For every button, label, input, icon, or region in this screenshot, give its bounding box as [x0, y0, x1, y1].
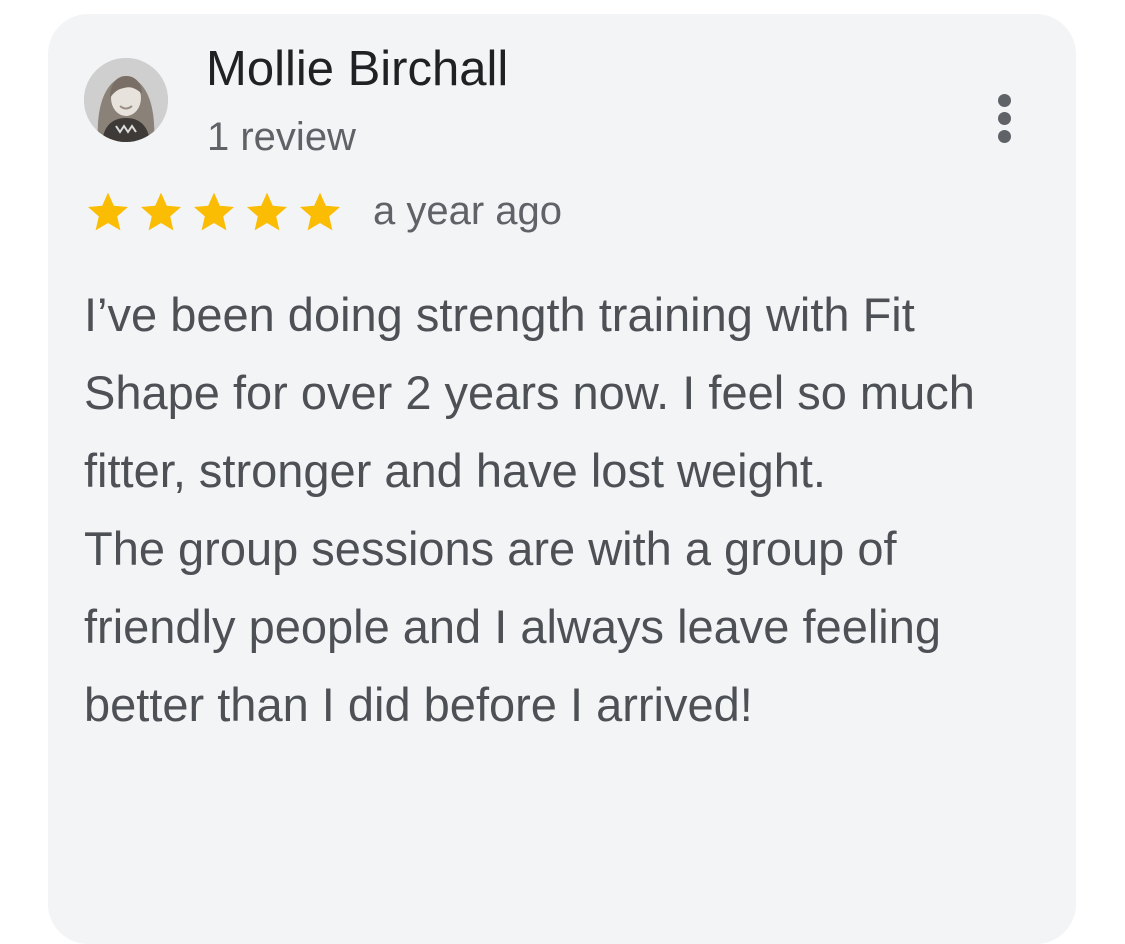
review-count[interactable]: 1 review [207, 112, 356, 162]
more-vert-icon [998, 112, 1011, 125]
more-vert-icon [998, 130, 1011, 143]
more-vert-icon [998, 94, 1011, 107]
star-icon [243, 191, 291, 235]
star-icon [84, 191, 132, 235]
star-rating [84, 191, 344, 235]
star-icon [190, 191, 238, 235]
avatar[interactable] [84, 58, 168, 142]
more-options-button[interactable] [980, 88, 1030, 148]
review-text: I’ve been doing strength training with F… [84, 276, 1059, 744]
author-name[interactable]: Mollie Birchall [206, 38, 508, 100]
review-time: a year ago [373, 189, 563, 233]
review-paragraph: I’ve been doing strength training with F… [84, 288, 975, 497]
avatar-photo-icon [84, 58, 168, 142]
star-icon [296, 191, 344, 235]
review-paragraph: The group sessions are with a group of f… [84, 522, 941, 731]
star-icon [137, 191, 185, 235]
